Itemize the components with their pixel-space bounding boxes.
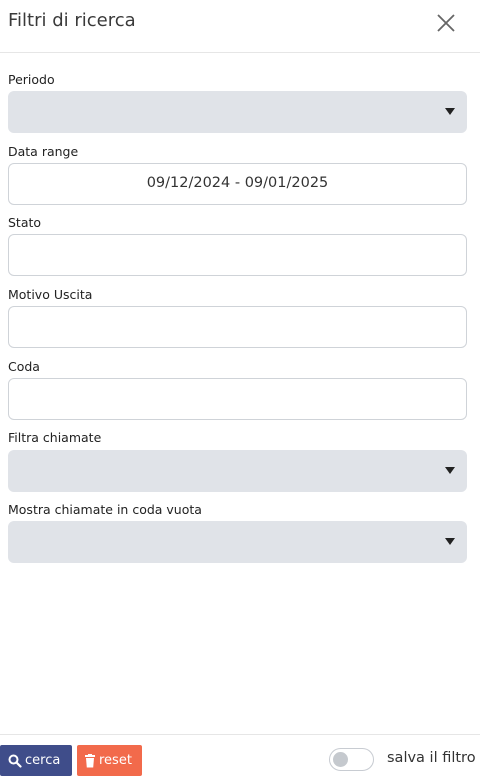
panel-title: Filtri di ricerca xyxy=(8,10,136,31)
coda-label: Coda xyxy=(8,359,40,374)
mostra-coda-vuota-label: Mostra chiamate in coda vuota xyxy=(8,502,202,517)
coda-input[interactable] xyxy=(8,378,467,420)
data-range-input[interactable]: 09/12/2024 - 09/01/2025 xyxy=(8,163,467,205)
toggle-knob xyxy=(333,752,348,767)
chevron-down-icon xyxy=(445,108,455,115)
reset-button[interactable]: reset xyxy=(77,745,142,776)
data-range-value: 09/12/2024 - 09/01/2025 xyxy=(146,175,329,191)
mostra-coda-vuota-select[interactable] xyxy=(8,521,467,563)
motivo-uscita-label: Motivo Uscita xyxy=(8,287,93,302)
search-icon xyxy=(8,754,22,768)
search-button[interactable]: cerca xyxy=(0,745,72,776)
chevron-down-icon xyxy=(445,467,455,474)
close-icon[interactable] xyxy=(434,11,458,35)
motivo-uscita-input[interactable] xyxy=(8,306,467,348)
data-range-label: Data range xyxy=(8,144,79,159)
stato-label: Stato xyxy=(8,215,42,230)
save-filter-toggle[interactable] xyxy=(329,748,374,771)
stato-input[interactable] xyxy=(8,234,467,276)
periodo-label: Periodo xyxy=(8,72,55,87)
trash-icon xyxy=(85,753,95,767)
panel-header: Filtri di ricerca xyxy=(0,0,480,53)
chevron-down-icon xyxy=(445,538,455,545)
search-button-label: cerca xyxy=(25,753,61,768)
filtra-chiamate-select[interactable] xyxy=(8,450,467,492)
periodo-select[interactable] xyxy=(8,91,467,133)
save-filter-label: salva il filtro xyxy=(387,750,476,766)
reset-button-label: reset xyxy=(99,753,132,768)
filtra-chiamate-label: Filtra chiamate xyxy=(8,430,102,445)
panel-footer: cerca reset salva il filtro xyxy=(0,734,480,777)
